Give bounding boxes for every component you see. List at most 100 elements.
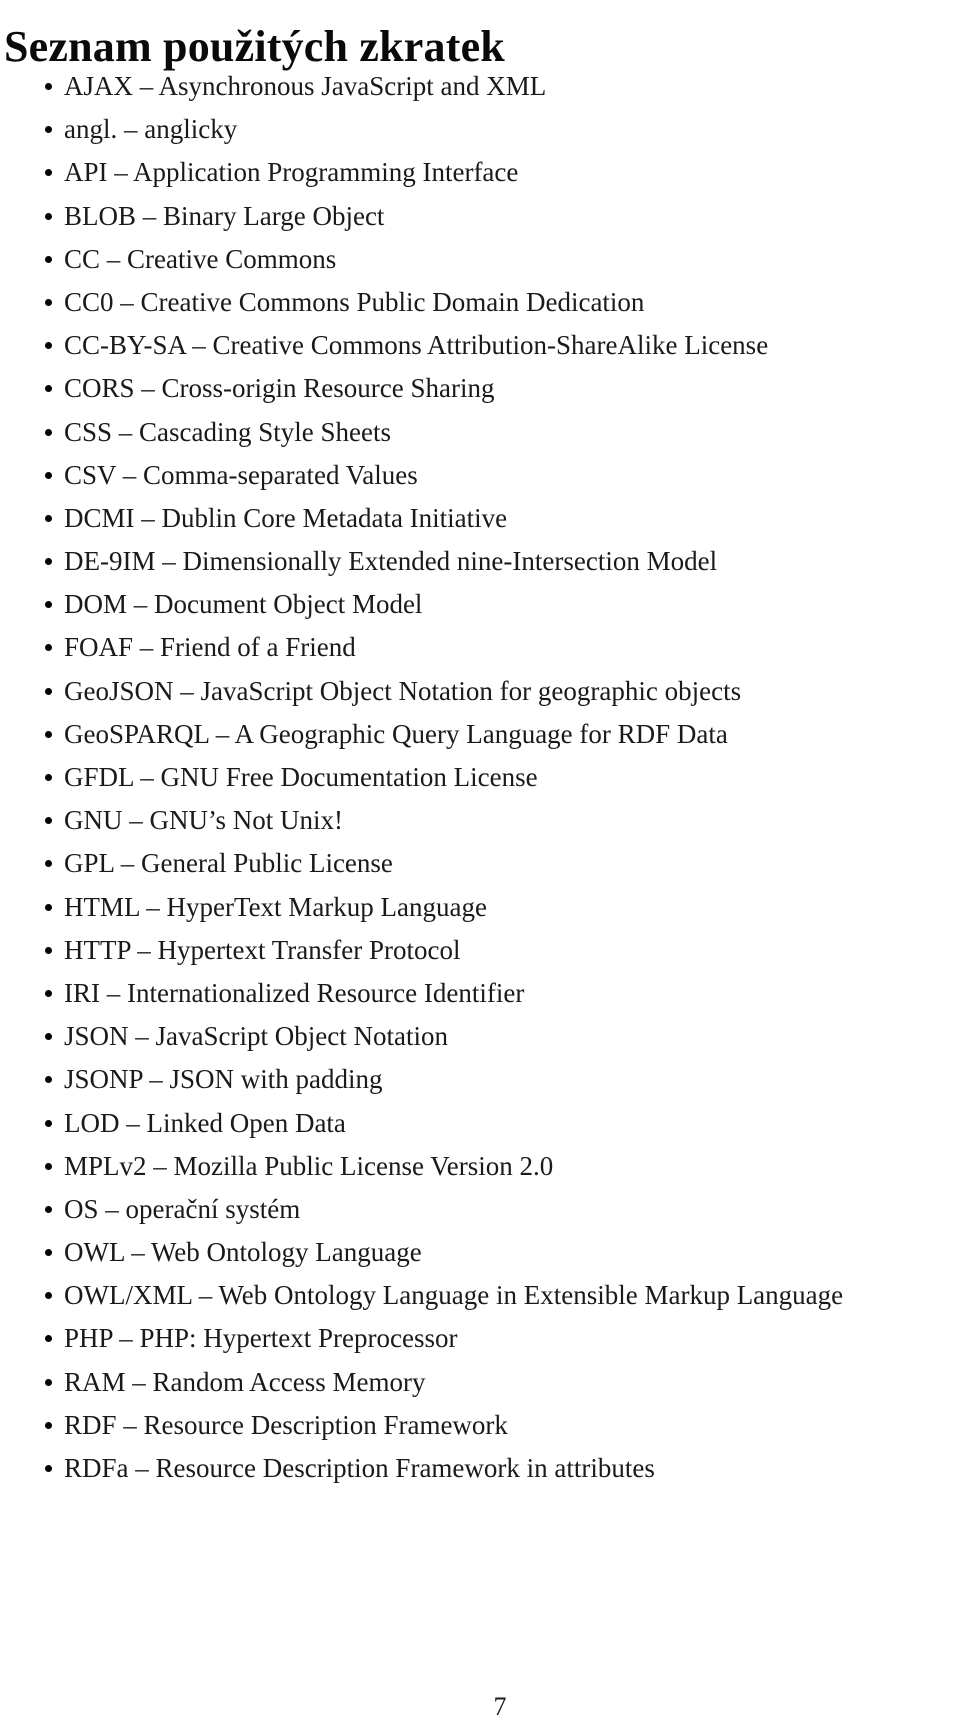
abbreviation-entry: angl. – anglicky [64, 114, 238, 145]
bullet-icon [45, 1033, 52, 1041]
bullet-icon [45, 212, 52, 220]
abbreviation-entry: JSON – JavaScript Object Notation [64, 1021, 448, 1052]
list-item: MPLv2 – Mozilla Public License Version 2… [0, 1152, 960, 1195]
bullet-icon [45, 255, 52, 263]
list-item: API – Application Programming Interface [0, 158, 960, 201]
abbreviation-entry: OS – operační systém [64, 1193, 301, 1224]
bullet-icon [45, 83, 52, 90]
list-item: HTTP – Hypertext Transfer Protocol [0, 936, 960, 979]
abbreviation-entry: AJAX – Asynchronous JavaScript and XML [64, 71, 547, 101]
list-item: OWL/XML – Web Ontology Language in Exten… [0, 1281, 960, 1324]
list-item: JSON – JavaScript Object Notation [0, 1022, 960, 1065]
abbreviation-entry: HTTP – Hypertext Transfer Protocol [64, 934, 461, 965]
list-item: CSS – Cascading Style Sheets [0, 418, 960, 461]
bullet-icon [45, 1421, 52, 1429]
list-item: CC0 – Creative Commons Public Domain Ded… [0, 288, 960, 331]
list-item: CC-BY-SA – Creative Commons Attribution-… [0, 331, 960, 374]
abbreviation-entry: GPL – General Public License [64, 848, 393, 879]
bullet-icon [45, 428, 52, 436]
list-item: HTML – HyperText Markup Language [0, 893, 960, 936]
list-item: LOD – Linked Open Data [0, 1109, 960, 1152]
list-item: RDF – Resource Description Framework [0, 1411, 960, 1454]
bullet-icon [45, 514, 52, 522]
bullet-icon [45, 1249, 52, 1257]
list-item: RDFa – Resource Description Framework in… [0, 1454, 960, 1497]
abbreviation-entry: FOAF – Friend of a Friend [64, 632, 356, 663]
list-item: GNU – GNU’s Not Unix! [0, 806, 960, 849]
bullet-icon [45, 730, 52, 738]
list-item: PHP – PHP: Hypertext Preprocessor [0, 1324, 960, 1367]
document-page: Seznam použitých zkratek AJAX – Asynchro… [0, 0, 960, 1726]
bullet-icon [45, 1465, 52, 1472]
list-item: angl. – anglicky [0, 115, 960, 158]
list-item: GeoSPARQL – A Geographic Query Language … [0, 720, 960, 763]
list-item: DCMI – Dublin Core Metadata Initiative [0, 504, 960, 547]
abbreviation-entry: MPLv2 – Mozilla Public License Version 2… [64, 1150, 554, 1181]
list-item: CC – Creative Commons [0, 245, 960, 288]
abbreviation-entry: API – Application Programming Interface [64, 157, 519, 188]
list-item: BLOB – Binary Large Object [0, 202, 960, 245]
abbreviation-entry: RDFa – Resource Description Framework in… [64, 1453, 655, 1483]
abbreviation-entry: GNU – GNU’s Not Unix! [64, 805, 343, 836]
list-item: RAM – Random Access Memory [0, 1368, 960, 1411]
list-item: GeoJSON – JavaScript Object Notation for… [0, 677, 960, 720]
bullet-icon [45, 1205, 52, 1213]
page-number: 7 [493, 1692, 507, 1721]
bullet-icon [45, 687, 52, 695]
abbreviation-entry: CSS – Cascading Style Sheets [64, 416, 392, 447]
abbreviation-entry: DE-9IM – Dimensionally Extended nine-Int… [64, 546, 718, 577]
bullet-icon [45, 169, 52, 177]
list-item: FOAF – Friend of a Friend [0, 633, 960, 676]
bullet-icon [45, 601, 52, 609]
bullet-icon [45, 385, 52, 393]
bullet-icon [45, 860, 52, 868]
list-item: OS – operační systém [0, 1195, 960, 1238]
abbreviation-entry: CORS – Cross-origin Resource Sharing [64, 373, 495, 404]
bullet-icon [45, 903, 52, 911]
list-item: DE-9IM – Dimensionally Extended nine-Int… [0, 547, 960, 590]
list-item: JSONP – JSON with padding [0, 1065, 960, 1108]
bullet-icon [45, 126, 52, 134]
bullet-icon [45, 989, 52, 997]
bullet-icon [45, 1378, 52, 1386]
abbreviation-entry: CC0 – Creative Commons Public Domain Ded… [64, 286, 645, 317]
bullet-icon [45, 471, 52, 479]
page-title: Seznam použitých zkratek [4, 22, 505, 72]
bullet-icon [45, 774, 52, 781]
list-item: AJAX – Asynchronous JavaScript and XML [0, 72, 960, 115]
list-item: DOM – Document Object Model [0, 590, 960, 633]
bullet-icon [45, 558, 52, 566]
abbreviation-entry: GFDL – GNU Free Documentation License [64, 762, 538, 792]
abbreviation-list: AJAX – Asynchronous JavaScript and XML an… [0, 72, 960, 1497]
abbreviation-entry: GeoJSON – JavaScript Object Notation for… [64, 675, 742, 706]
bullet-icon [45, 817, 52, 825]
list-item: GPL – General Public License [0, 849, 960, 892]
abbreviation-entry: OWL – Web Ontology Language [64, 1237, 422, 1268]
abbreviation-entry: RDF – Resource Description Framework [64, 1409, 508, 1440]
abbreviation-entry: CC-BY-SA – Creative Commons Attribution-… [64, 330, 769, 361]
bullet-icon [45, 342, 52, 350]
abbreviation-entry: CSV – Comma-separated Values [64, 459, 418, 490]
bullet-icon [45, 1162, 52, 1170]
abbreviation-entry: HTML – HyperText Markup Language [64, 891, 487, 922]
abbreviation-entry: PHP – PHP: Hypertext Preprocessor [64, 1323, 458, 1354]
abbreviation-entry: BLOB – Binary Large Object [64, 200, 385, 231]
abbreviation-entry: DOM – Document Object Model [64, 589, 423, 620]
abbreviation-entry: LOD – Linked Open Data [64, 1107, 346, 1138]
bullet-icon [45, 1076, 52, 1084]
list-item: OWL – Web Ontology Language [0, 1238, 960, 1281]
bullet-icon [45, 1335, 52, 1343]
bullet-icon [45, 1119, 52, 1127]
abbreviation-entry: CC – Creative Commons [64, 243, 337, 274]
abbreviation-entry: RAM – Random Access Memory [64, 1366, 426, 1397]
bullet-icon [45, 946, 52, 954]
list-item: GFDL – GNU Free Documentation License [0, 763, 960, 806]
bullet-icon [45, 1292, 52, 1300]
bullet-icon [45, 298, 52, 306]
abbreviation-entry: OWL/XML – Web Ontology Language in Exten… [64, 1280, 844, 1311]
list-item: CORS – Cross-origin Resource Sharing [0, 374, 960, 417]
abbreviation-entry: IRI – Internationalized Resource Identif… [64, 977, 525, 1008]
abbreviation-entry: JSONP – JSON with padding [64, 1064, 383, 1095]
bullet-icon [45, 644, 52, 652]
list-item: IRI – Internationalized Resource Identif… [0, 979, 960, 1022]
